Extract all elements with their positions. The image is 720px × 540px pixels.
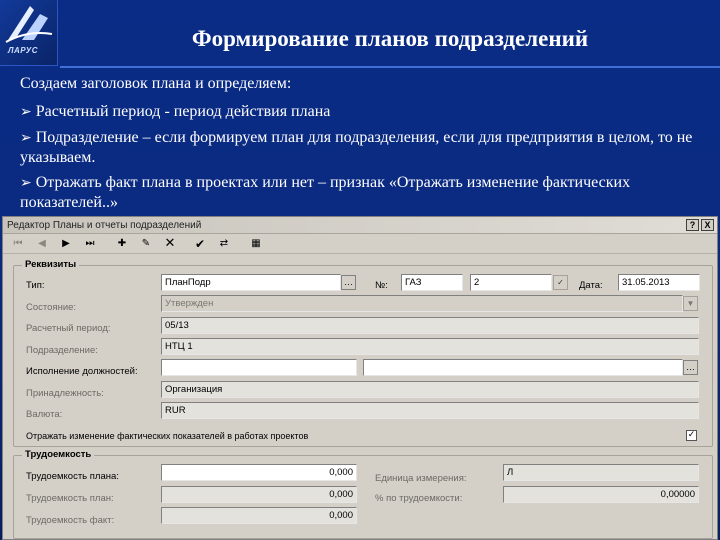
state-label: Состояние:	[26, 302, 77, 313]
duty-field-right[interactable]	[363, 359, 683, 376]
date-field[interactable]: 31.05.2013	[618, 274, 700, 291]
type-select-button[interactable]: …	[341, 275, 356, 290]
logo-text: ЛАРУС	[8, 46, 38, 55]
division-field[interactable]: НТЦ 1	[161, 338, 699, 355]
confirm-icon[interactable]: ✔	[191, 237, 209, 251]
bullet-arrow-icon: ➢	[20, 175, 32, 191]
reflect-changes-label: Отражать изменение фактических показател…	[26, 431, 309, 441]
slide-title: Формирование планов подразделений	[191, 26, 589, 51]
division-label: Подразделение:	[26, 345, 98, 356]
period-label: Расчетный период:	[26, 323, 111, 334]
company-logo: ЛАРУС	[0, 0, 58, 66]
slide-bullets: Создаем заголовок плана и определяем: ➢ Р…	[20, 74, 710, 218]
currency-label: Валюта:	[26, 409, 63, 420]
reflect-changes-checkbox[interactable]: ✓	[686, 430, 697, 441]
close-button[interactable]: X	[701, 219, 714, 231]
intro-text: Создаем заголовок плана и определяем:	[20, 75, 292, 92]
logo-emblem-icon	[5, 6, 53, 43]
window-title: Редактор Планы и отчеты подразделений	[7, 220, 202, 231]
labor-planned-field: 0,000	[161, 486, 357, 503]
delete-record-icon[interactable]: ✕	[161, 237, 179, 251]
title-divider	[60, 66, 720, 68]
type-field[interactable]: ПланПодр	[161, 274, 341, 291]
bullet-item: ➢ Отражать факт плана в проектах или нет …	[20, 174, 631, 211]
state-field: Утвержден	[161, 295, 683, 312]
period-field[interactable]: 05/13	[161, 317, 699, 334]
number-field[interactable]: 2	[470, 274, 552, 291]
edit-record-icon[interactable]: ✎	[137, 237, 155, 251]
bullet-item: ➢ Расчетный период - период действия план…	[20, 103, 331, 120]
percent-field: 0,00000	[503, 486, 699, 503]
labor-fact-label: Трудоемкость факт:	[26, 515, 115, 526]
labor-planned-label: Трудоемкость план:	[26, 493, 114, 504]
labor-group-title: Трудоемкость	[22, 449, 95, 460]
number-label: №:	[375, 280, 388, 291]
labor-plan-field[interactable]: 0,000	[161, 464, 357, 481]
first-record-icon[interactable]: ⏮	[9, 237, 27, 251]
next-record-icon[interactable]: ▶	[57, 237, 75, 251]
date-label: Дата:	[579, 280, 603, 291]
bullet-arrow-icon: ➢	[20, 104, 32, 120]
toolbar: ⏮ ◀ ▶ ⏭ ✚ ✎ ✕ ✔ ⇄ ▦	[3, 235, 717, 254]
add-record-icon[interactable]: ✚	[113, 237, 131, 251]
belonging-field[interactable]: Организация	[161, 381, 699, 398]
percent-label: % по трудоемкости:	[375, 493, 463, 504]
unit-field[interactable]: Л	[503, 464, 699, 481]
number-check-icon[interactable]: ✓	[553, 275, 568, 290]
duty-field-left[interactable]	[161, 359, 357, 376]
unit-label: Единица измерения:	[375, 473, 467, 484]
editor-window: Редактор Планы и отчеты подразделений ? …	[2, 216, 718, 540]
last-record-icon[interactable]: ⏭	[81, 237, 99, 251]
bullet-arrow-icon: ➢	[20, 130, 32, 146]
belonging-label: Принадлежность:	[26, 388, 104, 399]
bullet-item: ➢ Подразделение – если формируем план для…	[20, 129, 693, 166]
refresh-icon[interactable]: ⇄	[215, 237, 233, 251]
requisites-group: Реквизиты	[13, 259, 713, 447]
state-dropdown-icon: ▼	[683, 296, 698, 311]
labor-fact-field: 0,000	[161, 507, 357, 524]
type-label: Тип:	[26, 280, 45, 291]
prev-record-icon[interactable]: ◀	[33, 237, 51, 251]
duty-label: Исполнение должностей:	[26, 366, 138, 377]
currency-field[interactable]: RUR	[161, 402, 699, 419]
duty-select-button[interactable]: …	[683, 360, 698, 375]
window-titlebar: Редактор Планы и отчеты подразделений ? …	[3, 217, 717, 234]
help-button[interactable]: ?	[686, 219, 699, 231]
number-prefix-field[interactable]: ГАЗ	[401, 274, 463, 291]
labor-plan-label: Трудоемкость плана:	[26, 471, 119, 482]
requisites-group-title: Реквизиты	[22, 259, 80, 270]
grid-icon[interactable]: ▦	[247, 237, 265, 251]
